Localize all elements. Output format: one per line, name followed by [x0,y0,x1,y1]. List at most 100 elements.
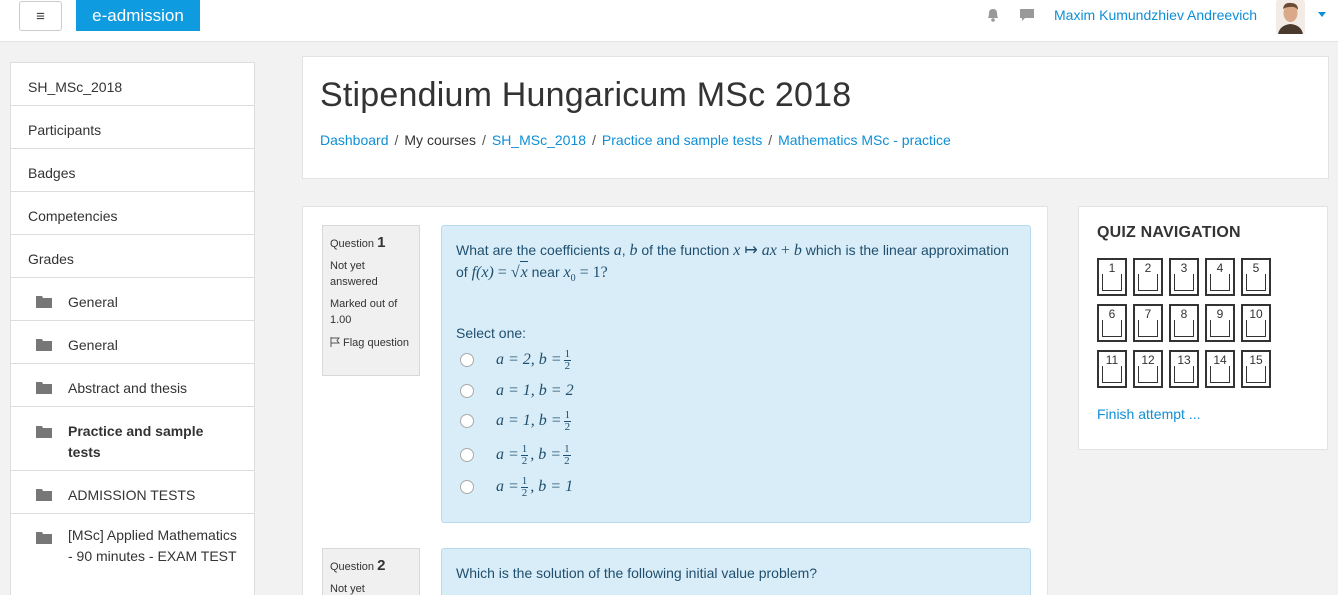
question-text: What are the coefficients a, b of the fu… [456,242,1009,284]
flag-question-link[interactable]: Flag question [330,335,410,351]
answer-option-4[interactable]: a = 12 , b = 12 [460,442,573,467]
folder-icon [36,489,52,501]
answer-option-3[interactable]: a = 1, b = 12 [460,408,573,433]
answer-radio[interactable] [460,448,474,462]
breadcrumb-dashboard[interactable]: Dashboard [320,132,389,148]
sidebar-item-exam-test[interactable]: [MSc] Applied Mathematics - 90 minutes -… [11,514,254,595]
question-content-1: What are the coefficients a, b of the fu… [441,225,1031,523]
question-number: Question 1 [330,234,385,251]
page-title: Stipendium Hungaricum MSc 2018 [320,76,852,114]
question-content-2: Which is the solution of the following i… [441,548,1031,595]
question-info-1: Question 1 Not yet answered Marked out o… [322,225,420,376]
question-label: Question [330,561,375,573]
bell-icon[interactable] [985,7,1001,23]
answer-radio[interactable] [460,353,474,367]
quiz-navigation-block: QUIZ NAVIGATION 1 2 3 4 5 6 7 8 9 10 11 … [1078,206,1328,450]
breadcrumb-course[interactable]: SH_MSc_2018 [492,132,586,148]
answer-option-5[interactable]: a = 12 , b = 1 [460,474,574,499]
breadcrumb: Dashboard / My courses / SH_MSc_2018 / Practic… [320,132,951,148]
sidebar-item-general-2[interactable]: General [11,321,254,364]
breadcrumb-separator: / [481,132,486,148]
finish-attempt-link[interactable]: Finish attempt ... [1097,406,1200,422]
quiz-nav-button-1[interactable]: 1 [1097,258,1127,296]
sidebar-item-label: Practice and sample tests [68,423,204,460]
avatar[interactable] [1276,0,1305,34]
quiz-nav-button-9[interactable]: 9 [1205,304,1235,342]
answer-option-1[interactable]: a = 2, b = 12 [460,347,573,372]
sidebar-item-general-1[interactable]: General [11,278,254,321]
quiz-attempt-region: Question 1 Not yet answered Marked out o… [302,206,1048,595]
sidebar-item-label: SH_MSc_2018 [28,79,123,95]
sidebar-item-badges[interactable]: Badges [11,149,254,192]
quiz-nav-button-7[interactable]: 7 [1133,304,1163,342]
answer-radio[interactable] [460,414,474,428]
select-one-label: Select one: [456,325,527,341]
sidebar-item-label: General [68,337,118,353]
question-grade: Marked out of 1.00 [330,298,398,326]
brand-logo[interactable]: e-admission [76,0,200,31]
answer-radio[interactable] [460,384,474,398]
fraction: 12 [520,442,529,467]
quiz-nav-button-2[interactable]: 2 [1133,258,1163,296]
question-info-2: Question 2 Not yet [322,548,420,595]
folder-icon [36,382,52,394]
sidebar-item-grades[interactable]: Grades [11,235,254,278]
quiz-nav-button-8[interactable]: 8 [1169,304,1199,342]
sidebar-item-label: Competencies [28,208,118,224]
sidebar-item-label: Participants [28,122,102,138]
page-header: Stipendium Hungaricum MSc 2018 Dashboard… [302,56,1329,179]
fraction: 12 [563,347,572,372]
top-navbar: ≡ e-admission Maxim Kumundzhiev Andreevi… [0,0,1338,42]
quiz-navigation-title: QUIZ NAVIGATION [1097,224,1241,241]
answer-option-2[interactable]: a = 1, b = 2 [460,380,574,402]
folder-icon [36,426,52,438]
quiz-nav-button-10[interactable]: 10 [1241,304,1271,342]
folder-icon [36,339,52,351]
quiz-nav-button-11[interactable]: 11 [1097,350,1127,388]
flag-icon [330,337,340,347]
flag-question-label: Flag question [343,337,410,349]
breadcrumb-separator: / [768,132,773,148]
user-name-link[interactable]: Maxim Kumundzhiev Andreevich [1054,7,1257,23]
quiz-nav-button-3[interactable]: 3 [1169,258,1199,296]
fraction: 12 [563,442,571,467]
breadcrumb-practice-tests[interactable]: Practice and sample tests [602,132,762,148]
breadcrumb-my-courses: My courses [404,132,476,148]
sidebar-item-abstract-thesis[interactable]: Abstract and thesis [11,364,254,407]
sidebar-item-competencies[interactable]: Competencies [11,192,254,235]
quiz-nav-button-6[interactable]: 6 [1097,304,1127,342]
question-state: Not yet answered [330,260,378,288]
answer-text: a = 2, b = 12 [496,347,572,372]
avatar-image [1276,0,1305,34]
answer-radio[interactable] [460,480,474,494]
sidebar-item-course[interactable]: SH_MSc_2018 [11,63,254,106]
sidebar-item-admission-tests[interactable]: ADMISSION TESTS [11,471,254,514]
question-state: Not yet [330,583,365,595]
sidebar-item-participants[interactable]: Participants [11,106,254,149]
fraction: 12 [520,474,529,499]
breadcrumb-math-practice[interactable]: Mathematics MSc - practice [778,132,951,148]
question-number: Question 2 [330,557,385,574]
sidebar-item-practice-tests[interactable]: Practice and sample tests [11,407,254,471]
question-text: Which is the solution of the following i… [456,565,818,581]
sidebar-item-label: Badges [28,165,76,181]
quiz-nav-button-14[interactable]: 14 [1205,350,1235,388]
answer-text: a = 1, b = 12 [496,408,572,433]
folder-icon [36,296,52,308]
sidebar-item-label: Grades [28,251,74,267]
sidebar-item-label: General [68,294,118,310]
folder-icon [36,532,52,544]
answer-text: a = 12 , b = 1 [496,474,574,499]
chat-icon[interactable] [1019,7,1035,23]
quiz-nav-button-12[interactable]: 12 [1133,350,1163,388]
course-sidebar: SH_MSc_2018 Participants Badges Competen… [10,62,255,595]
sidebar-item-label: [MSc] Applied Mathematics - 90 minutes -… [68,527,237,564]
quiz-nav-button-13[interactable]: 13 [1169,350,1199,388]
user-menu-caret-icon[interactable] [1318,12,1326,17]
quiz-nav-button-15[interactable]: 15 [1241,350,1271,388]
quiz-nav-button-5[interactable]: 5 [1241,258,1271,296]
sidebar-item-label: ADMISSION TESTS [68,487,196,503]
answer-text: a = 12 , b = 12 [496,442,571,467]
menu-toggle-button[interactable]: ≡ [19,1,62,31]
quiz-nav-button-4[interactable]: 4 [1205,258,1235,296]
